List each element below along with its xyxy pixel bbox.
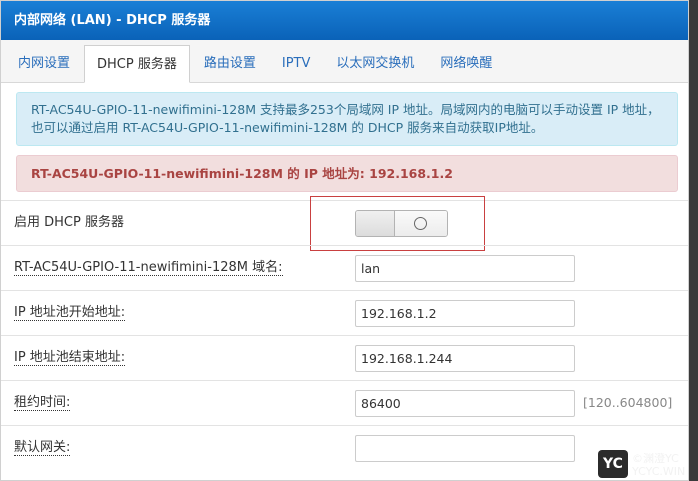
enable-dhcp-toggle[interactable]: [355, 210, 448, 237]
lease-time-range-hint: [120..604800]: [583, 395, 673, 410]
pool-start-label: IP 地址池开始地址:: [14, 305, 126, 321]
lease-time-input[interactable]: 86400: [355, 390, 575, 417]
tab-lan-settings[interactable]: 内网设置: [6, 45, 82, 82]
tab-dhcp-server[interactable]: DHCP 服务器: [84, 45, 190, 83]
row-gateway: 默认网关:: [1, 425, 688, 470]
watermark-line2: YCYC.WIN: [632, 465, 686, 478]
row-pool-start: IP 地址池开始地址: 192.168.1.2: [1, 290, 688, 335]
gateway-label: 默认网关:: [14, 440, 71, 456]
pool-start-input[interactable]: 192.168.1.2: [355, 300, 575, 327]
row-pool-end: IP 地址池结束地址: 192.168.1.244: [1, 335, 688, 380]
watermark: YC ©渊澄YC YCYC.WIN: [598, 448, 698, 481]
domain-label: RT-AC54U-GPIO-11-newifimini-128M 域名:: [14, 260, 283, 276]
dhcp-panel: 内部网络 (LAN) - DHCP 服务器 内网设置 DHCP 服务器 路由设置…: [0, 0, 689, 481]
tab-iptv[interactable]: IPTV: [270, 45, 323, 82]
row-domain: RT-AC54U-GPIO-11-newifimini-128M 域名: lan: [1, 245, 688, 290]
domain-input[interactable]: lan: [355, 255, 575, 282]
pool-end-input[interactable]: 192.168.1.244: [355, 345, 575, 372]
panel-title: 内部网络 (LAN) - DHCP 服务器: [1, 1, 688, 40]
gateway-input[interactable]: [355, 435, 575, 462]
lease-time-label: 租约时间:: [14, 395, 71, 411]
row-lease-time: 租约时间: 86400 [120..604800]: [1, 380, 688, 425]
tab-wake-on-lan[interactable]: 网络唤醒: [428, 45, 504, 82]
info-message: RT-AC54U-GPIO-11-newifimini-128M 支持最多253…: [16, 92, 678, 146]
tab-bar: 内网设置 DHCP 服务器 路由设置 IPTV 以太网交换机 网络唤醒: [1, 40, 688, 83]
tab-ethernet-switch[interactable]: 以太网交换机: [324, 45, 426, 82]
watermark-line1: ©渊澄YC: [632, 452, 679, 465]
toggle-off-indicator-icon: [414, 217, 427, 230]
enable-dhcp-label: 启用 DHCP 服务器: [14, 215, 124, 230]
toggle-off-side: [356, 211, 395, 236]
tab-routing[interactable]: 路由设置: [192, 45, 268, 82]
pool-end-label: IP 地址池结束地址:: [14, 350, 126, 366]
ip-address-alert: RT-AC54U-GPIO-11-newifimini-128M 的 IP 地址…: [16, 155, 678, 192]
watermark-logo-icon: YC: [598, 450, 628, 478]
